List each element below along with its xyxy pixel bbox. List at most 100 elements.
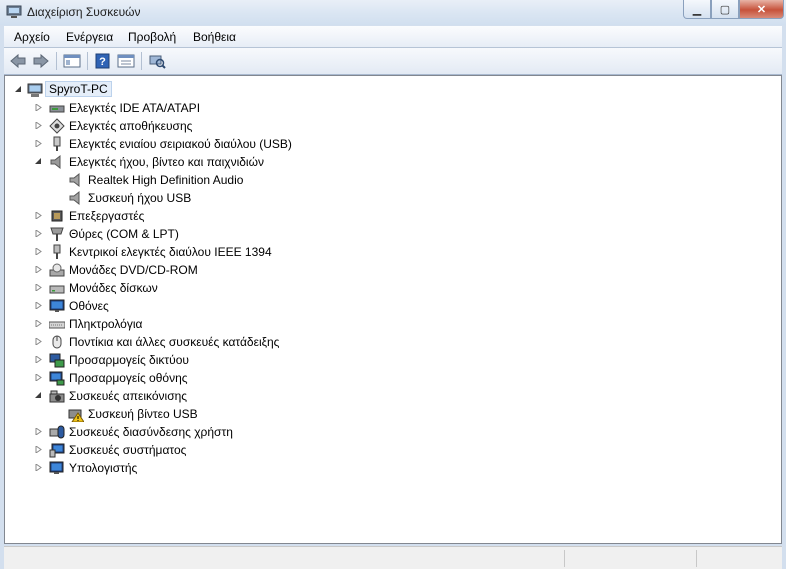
tree-node[interactable]: Υπολογιστής — [5, 459, 781, 477]
ide-controller-icon — [49, 105, 65, 113]
collapsed-arrow-icon[interactable] — [35, 266, 42, 273]
tree-root-label: SpyroT-PC — [45, 81, 112, 97]
menu-help[interactable]: Βοήθεια — [193, 30, 236, 44]
forward-icon[interactable] — [32, 53, 50, 69]
menu-file[interactable]: Αρχείο — [14, 30, 50, 44]
tree-node-label: Realtek High Definition Audio — [88, 173, 244, 187]
disk-drive-icon — [49, 285, 65, 294]
tree-root[interactable]: SpyroT-PC — [5, 81, 781, 99]
tree-node[interactable]: Ποντίκια και άλλες συσκευές κατάδειξης — [5, 333, 781, 351]
collapsed-arrow-icon[interactable] — [35, 104, 42, 111]
tree-node-label: Θύρες (COM & LPT) — [69, 227, 179, 241]
scan-hardware-icon[interactable] — [148, 53, 166, 69]
expanded-arrow-icon[interactable] — [35, 392, 42, 399]
expanded-arrow-icon[interactable] — [15, 86, 22, 93]
tree-node[interactable]: Συσκευή ήχου USB — [5, 189, 781, 207]
tree-node[interactable]: Οθόνες — [5, 297, 781, 315]
expanded-arrow-icon[interactable] — [35, 158, 42, 165]
menu-action[interactable]: Ενέργεια — [66, 30, 113, 44]
collapsed-arrow-icon[interactable] — [35, 302, 42, 309]
tree-node[interactable]: Συσκευές απεικόνισης — [5, 387, 781, 405]
tree-node[interactable]: Προσαρμογείς οθόνης — [5, 369, 781, 387]
status-bar — [4, 546, 782, 569]
show-hide-console-tree-icon[interactable] — [63, 53, 81, 69]
collapsed-arrow-icon[interactable] — [35, 356, 42, 363]
port-icon — [50, 227, 64, 241]
help-icon[interactable]: ? — [94, 53, 112, 69]
properties-icon[interactable] — [117, 53, 135, 69]
collapsed-arrow-icon[interactable] — [35, 338, 42, 345]
menu-view[interactable]: Προβολή — [128, 30, 176, 44]
collapsed-arrow-icon[interactable] — [35, 122, 42, 129]
tree-node[interactable]: Ελεγκτές αποθήκευσης — [5, 117, 781, 135]
tree-node[interactable]: Μονάδες δίσκων — [5, 279, 781, 297]
close-icon: ✕ — [756, 3, 767, 16]
collapsed-arrow-icon[interactable] — [35, 374, 42, 381]
status-divider — [564, 550, 565, 567]
tree-node[interactable]: Ελεγκτές ενιαίου σειριακού διαύλου (USB) — [5, 135, 781, 153]
tree-node[interactable]: Προσαρμογείς δικτύου — [5, 351, 781, 369]
tree-node-label: Ελεγκτές αποθήκευσης — [69, 119, 193, 133]
close-button[interactable]: ✕ — [739, 0, 784, 19]
warning-camera-icon — [68, 409, 84, 422]
speaker-icon — [69, 190, 80, 206]
tree-node[interactable]: Ελεγκτές IDE ATA/ATAPI — [5, 99, 781, 117]
tree-node-label: Συσκευή ήχου USB — [88, 191, 192, 205]
usb-controller-icon — [53, 136, 61, 151]
tree-node-label: Συσκευές συστήματος — [69, 443, 187, 457]
collapsed-arrow-icon[interactable] — [35, 428, 42, 435]
tree-node-label: Συσκευές απεικόνισης — [69, 389, 188, 403]
toolbar-separator — [56, 52, 57, 70]
computer-icon — [27, 83, 43, 97]
tree-node[interactable]: Κεντρικοί ελεγκτές διαύλου IEEE 1394 — [5, 243, 781, 261]
window-controls: ▁ ▢ ✕ — [683, 0, 784, 19]
status-divider — [696, 550, 697, 567]
tree-node-label: Υπολογιστής — [69, 461, 138, 475]
tree-node[interactable]: Συσκευή βίντεο USB — [5, 405, 781, 423]
tree-node[interactable]: Ελεγκτές ήχου, βίντεο και παιχνιδιών — [5, 153, 781, 171]
tree-node[interactable]: Συσκευές συστήματος — [5, 441, 781, 459]
svg-text:?: ? — [99, 56, 106, 68]
toolbar-separator — [87, 52, 88, 70]
computer-icon — [49, 461, 64, 474]
tree-node-label: Μονάδες DVD/CD-ROM — [69, 263, 198, 277]
tree-node[interactable]: Συσκευές διασύνδεσης χρήστη — [5, 423, 781, 441]
tree-node-label: Κεντρικοί ελεγκτές διαύλου IEEE 1394 — [69, 245, 272, 259]
collapsed-arrow-icon[interactable] — [35, 140, 42, 147]
tree-node-label: Μονάδες δίσκων — [69, 281, 158, 295]
tree-node-label: Συσκευές διασύνδεσης χρήστη — [69, 425, 233, 439]
system-device-icon — [49, 443, 65, 458]
tree-node[interactable]: Επεξεργαστές — [5, 207, 781, 225]
tree-node-label: Ελεγκτές ενιαίου σειριακού διαύλου (USB) — [69, 137, 292, 151]
sound-controller-icon — [50, 154, 61, 170]
tree-node-label: Προσαρμογείς οθόνης — [69, 371, 188, 385]
storage-controller-icon — [49, 118, 65, 134]
tree-node[interactable]: Realtek High Definition Audio — [5, 171, 781, 189]
minimize-button[interactable]: ▁ — [683, 0, 711, 19]
collapsed-arrow-icon[interactable] — [35, 284, 42, 291]
tree-node[interactable]: Θύρες (COM & LPT) — [5, 225, 781, 243]
display-adapter-icon — [49, 371, 65, 386]
tree-node-label: Οθόνες — [69, 299, 109, 313]
network-adapter-icon — [49, 353, 65, 368]
back-icon[interactable] — [9, 53, 27, 69]
collapsed-arrow-icon[interactable] — [35, 320, 42, 327]
tree-node-label: Συσκευή βίντεο USB — [88, 407, 198, 421]
minimize-icon: ▁ — [692, 3, 702, 16]
keyboard-icon — [49, 321, 65, 329]
device-manager-icon — [6, 5, 22, 18]
tree-node-label: Ελεγκτές ήχου, βίντεο και παιχνιδιών — [69, 155, 264, 169]
tree-node-label: Ποντίκια και άλλες συσκευές κατάδειξης — [69, 335, 280, 349]
monitor-icon — [49, 299, 65, 312]
tree-node[interactable]: Μονάδες DVD/CD-ROM — [5, 261, 781, 279]
collapsed-arrow-icon[interactable] — [35, 212, 42, 219]
device-tree[interactable]: SpyroT-PC Ελεγκτές IDE ATA/ATAPI Ελεγκτέ… — [4, 75, 782, 544]
collapsed-arrow-icon[interactable] — [35, 464, 42, 471]
collapsed-arrow-icon[interactable] — [35, 248, 42, 255]
imaging-device-icon — [49, 390, 65, 403]
menu-bar: Αρχείο Ενέργεια Προβολή Βοήθεια — [4, 26, 782, 48]
maximize-button[interactable]: ▢ — [711, 0, 739, 19]
tree-node[interactable]: Πληκτρολόγια — [5, 315, 781, 333]
collapsed-arrow-icon[interactable] — [35, 446, 42, 453]
collapsed-arrow-icon[interactable] — [35, 230, 42, 237]
